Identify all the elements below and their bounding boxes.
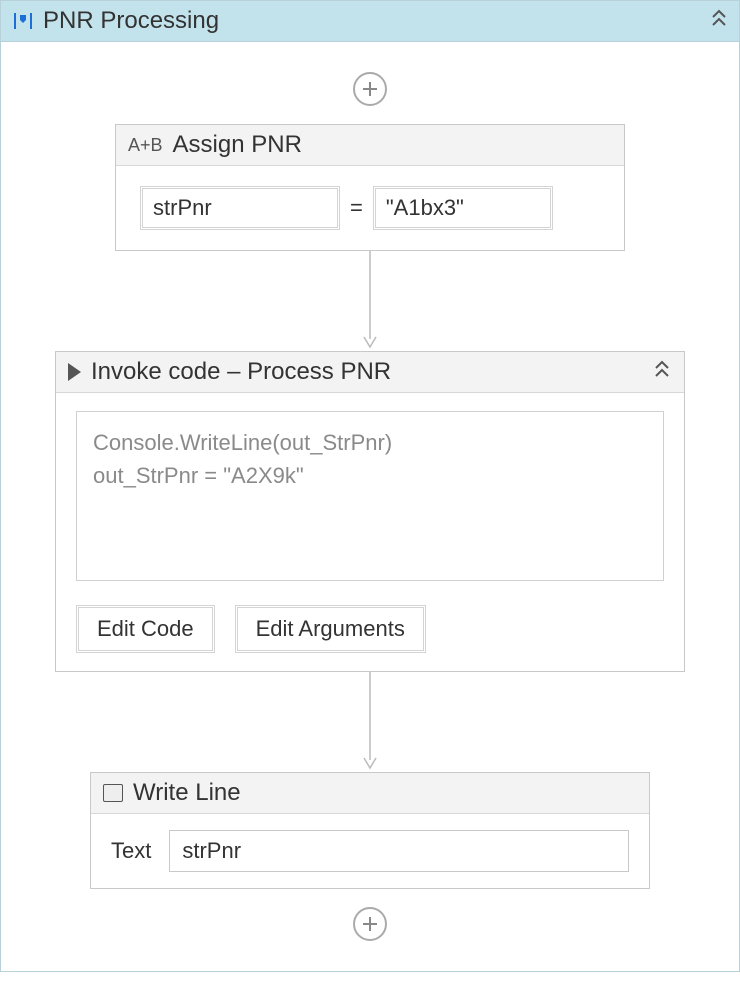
assign-header[interactable]: A+B Assign PNR	[116, 125, 624, 166]
add-activity-top-button[interactable]	[353, 72, 387, 106]
edit-code-button[interactable]: Edit Code	[76, 605, 215, 653]
sequence-panel: PNR Processing A+B Assign PNR =	[0, 0, 740, 972]
invoke-code-activity[interactable]: Invoke code – Process PNR Console.WriteL…	[55, 351, 685, 672]
invoke-code-title: Invoke code – Process PNR	[91, 358, 391, 386]
assign-to-input[interactable]	[140, 186, 340, 230]
write-line-text-input[interactable]	[169, 830, 629, 872]
flow-connector	[41, 251, 699, 351]
write-line-header[interactable]: Write Line	[91, 773, 649, 814]
invoke-code-header[interactable]: Invoke code – Process PNR	[56, 352, 684, 393]
add-activity-bottom-button[interactable]	[353, 907, 387, 941]
assign-icon: A+B	[128, 135, 163, 156]
assign-title: Assign PNR	[173, 131, 302, 159]
sequence-icon	[11, 9, 35, 33]
collapse-icon[interactable]	[652, 358, 672, 386]
assign-activity[interactable]: A+B Assign PNR =	[115, 124, 625, 251]
write-line-icon	[103, 784, 123, 802]
sequence-header[interactable]: PNR Processing	[1, 1, 739, 42]
play-icon	[68, 363, 81, 381]
flow-connector	[41, 672, 699, 772]
code-preview[interactable]: Console.WriteLine(out_StrPnr) out_StrPnr…	[76, 411, 664, 581]
edit-arguments-button[interactable]: Edit Arguments	[235, 605, 426, 653]
write-line-activity[interactable]: Write Line Text	[90, 772, 650, 889]
sequence-body: A+B Assign PNR = Invoke code – Process P…	[1, 42, 739, 971]
write-line-text-label: Text	[111, 838, 151, 864]
assign-value-input[interactable]	[373, 186, 553, 230]
assign-equals: =	[350, 195, 363, 221]
collapse-icon[interactable]	[709, 7, 729, 35]
sequence-title: PNR Processing	[43, 7, 709, 35]
write-line-title: Write Line	[133, 779, 241, 807]
